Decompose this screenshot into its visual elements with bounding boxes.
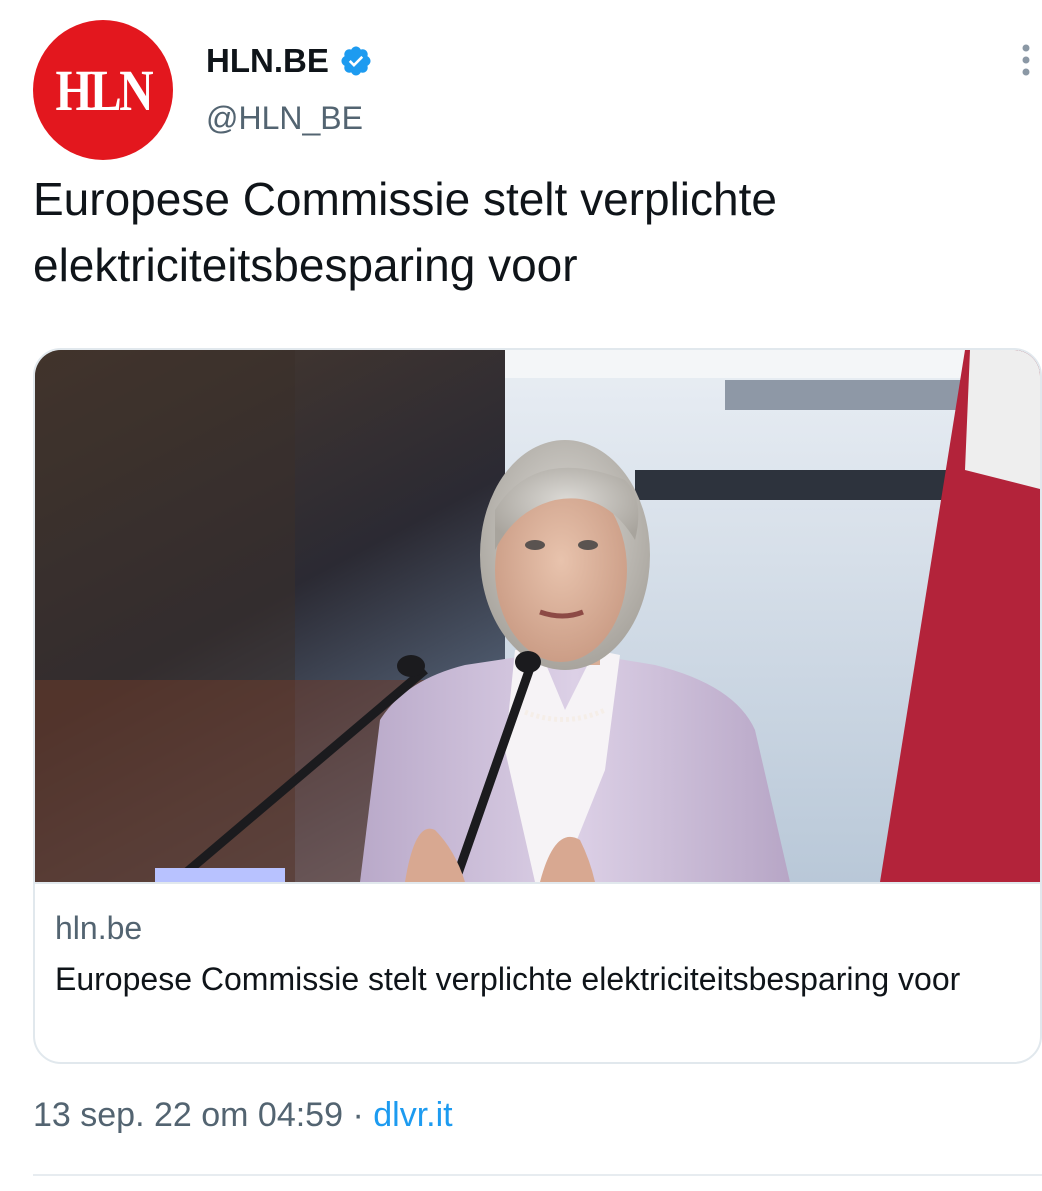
author-display-name[interactable]: HLN.BE <box>206 42 329 80</box>
meta-separator: · <box>352 1096 364 1134</box>
author-name-row[interactable]: HLN.BE <box>206 42 373 80</box>
card-domain: hln.be <box>55 910 143 946</box>
avatar[interactable]: HLN <box>33 20 173 160</box>
tweet-timestamp[interactable]: 13 sep. 22 om 04:59 <box>33 1096 343 1134</box>
author-handle[interactable]: @HLN_BE <box>206 100 363 137</box>
divider <box>33 1174 1042 1176</box>
tweet-source-link[interactable]: dlvr.it <box>373 1096 452 1134</box>
tweet-text: Europese Commissie stelt verplichte elek… <box>33 173 777 291</box>
card-image[interactable] <box>35 350 1040 882</box>
card-title: Europese Commissie stelt verplichte elek… <box>55 961 961 997</box>
tweet-view: HLN HLN.BE @HLN_BE Europese Commissie st… <box>0 0 1042 1191</box>
verified-badge-icon <box>341 46 371 76</box>
link-card[interactable]: hln.be Europese Commissie stelt verplich… <box>33 348 1042 1064</box>
avatar-logo-text: HLN <box>55 57 153 123</box>
card-photo <box>35 350 1040 882</box>
card-footer[interactable]: hln.be Europese Commissie stelt verplich… <box>35 882 1040 1062</box>
more-vertical-icon[interactable] <box>1016 42 1036 82</box>
tweet-meta: 13 sep. 22 om 04:59 · dlvr.it <box>33 1096 453 1135</box>
